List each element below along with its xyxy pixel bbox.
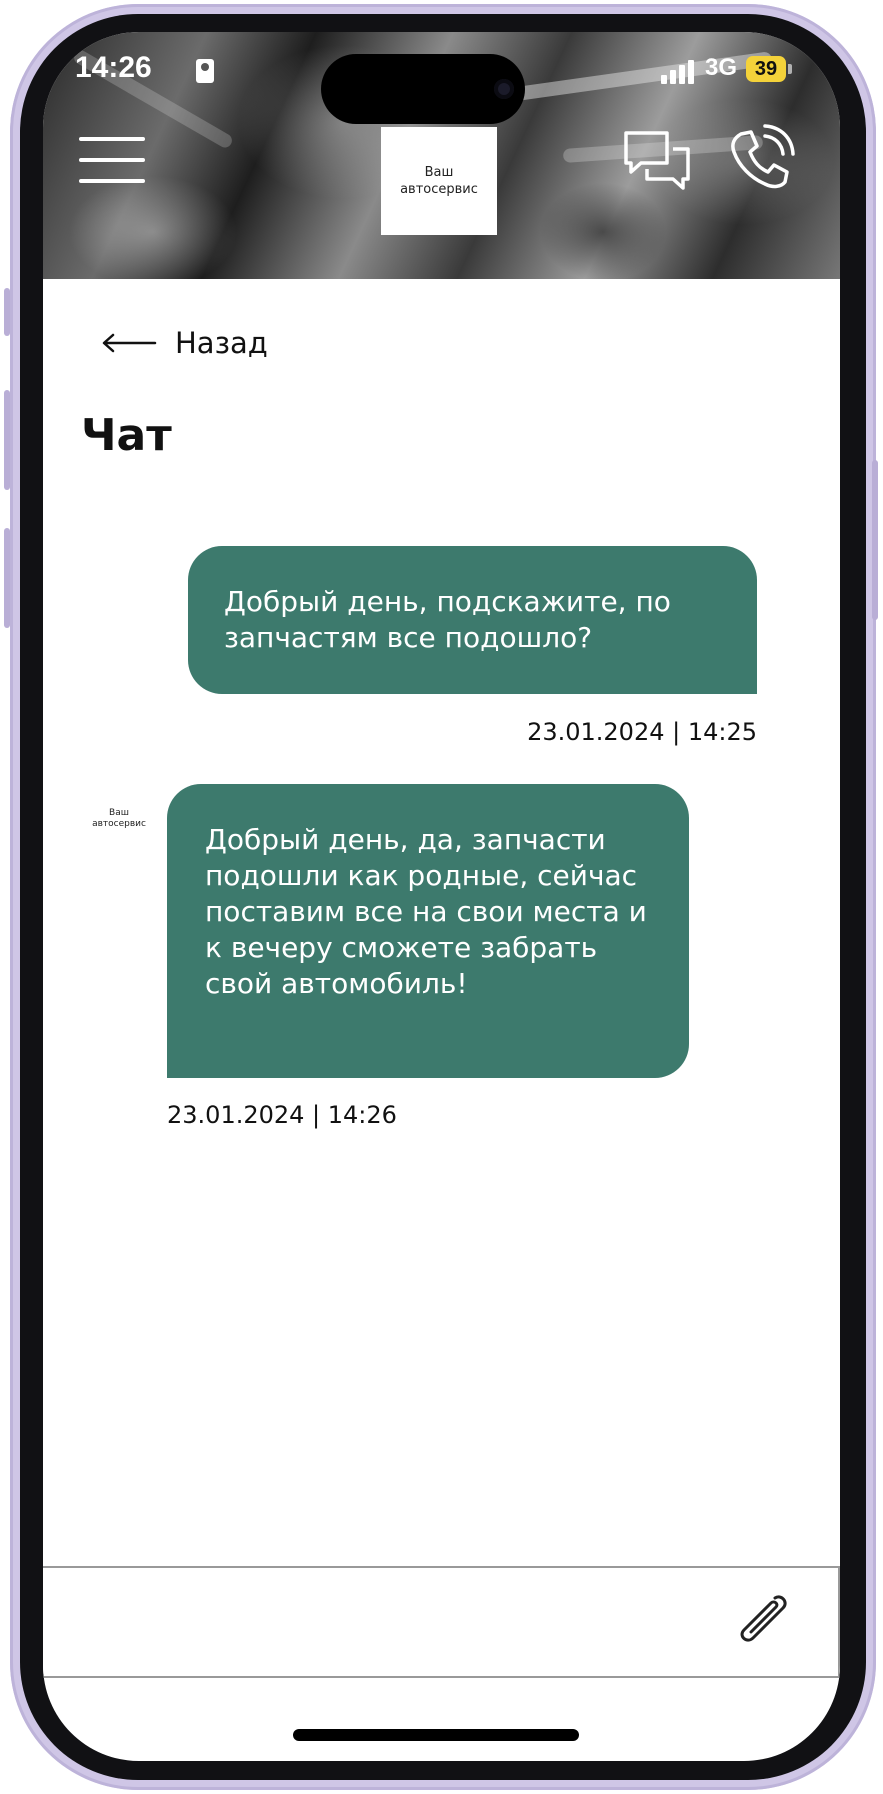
message-bubble-incoming: Добрый день, да, запчасти подошли как ро… [167, 784, 689, 1078]
signal-strength-icon [661, 58, 697, 84]
home-indicator[interactable] [293, 1729, 579, 1741]
back-link[interactable]: Назад [101, 326, 268, 360]
message-text: Добрый день, подскажите, по запчастям вс… [224, 585, 671, 654]
front-camera [494, 79, 514, 99]
chat-icon[interactable] [623, 127, 691, 195]
app-screen: 14:26 3G 39 Ваш автосервис Назад Чат Доб… [43, 32, 840, 1761]
network-type: 3G [705, 54, 738, 81]
menu-icon[interactable] [79, 135, 149, 187]
paperclip-icon[interactable] [731, 1590, 791, 1650]
volume-up-button [4, 390, 10, 490]
phone-icon[interactable] [725, 124, 795, 194]
back-label: Назад [175, 326, 268, 360]
battery-icon: 39 [746, 56, 786, 82]
dynamic-island [321, 54, 525, 124]
sender-avatar: Ваш автосервис [92, 808, 146, 829]
message-composer [43, 1566, 840, 1678]
battery-tip [788, 64, 792, 74]
page-title: Чат [81, 410, 172, 461]
power-button [872, 460, 878, 620]
message-timestamp: 23.01.2024 | 14:25 [527, 718, 757, 746]
message-input[interactable] [55, 1578, 719, 1668]
status-time: 14:26 [75, 51, 152, 84]
logo-text: Ваш автосервис [400, 165, 478, 197]
message-text: Добрый день, да, запчасти подошли как ро… [205, 823, 647, 1000]
message-bubble-outgoing: Добрый день, подскажите, по запчастям вс… [188, 546, 757, 694]
back-arrow-icon [102, 333, 157, 353]
header-banner: 14:26 3G 39 Ваш автосервис [43, 32, 840, 279]
contact-card-icon [196, 59, 214, 83]
volume-down-button [4, 528, 10, 628]
logo[interactable]: Ваш автосервис [381, 127, 497, 235]
message-timestamp: 23.01.2024 | 14:26 [167, 1101, 397, 1129]
side-button [4, 288, 10, 336]
